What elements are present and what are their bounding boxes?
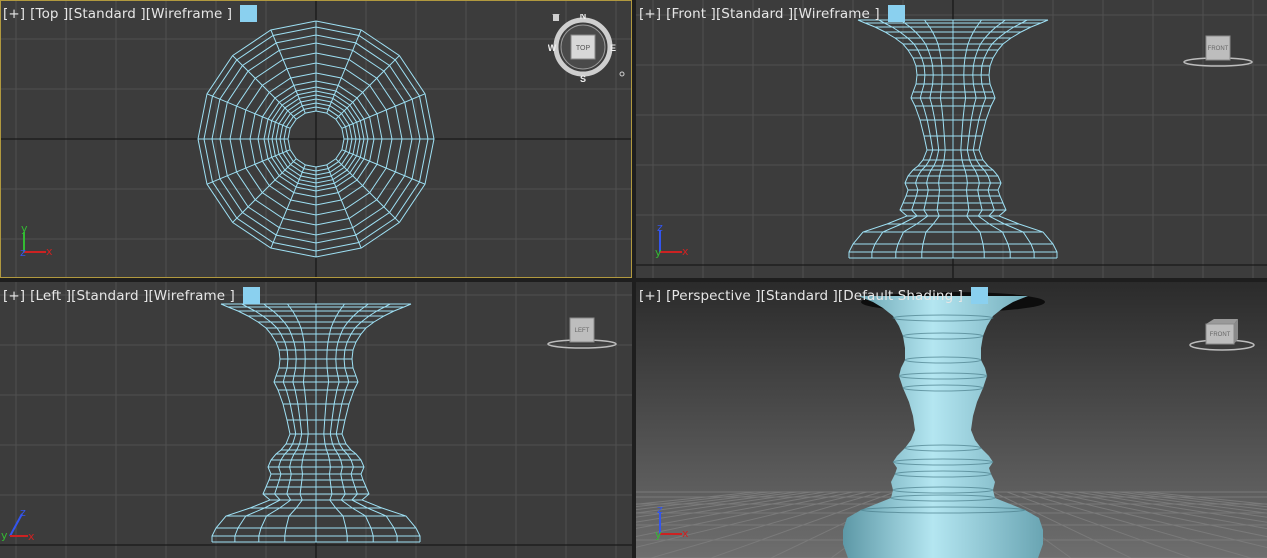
home-icon	[552, 12, 560, 21]
svg-text:y: y	[655, 246, 662, 259]
front-view-wireframe	[636, 0, 1267, 278]
svg-text:z: z	[20, 506, 26, 519]
svg-text:x: x	[46, 245, 53, 258]
svg-text:z: z	[657, 504, 663, 516]
viewport-menu-button[interactable]: [+]	[639, 6, 661, 22]
view-type-menu[interactable]: [Top ]	[30, 6, 68, 22]
compass-icon: TOP N S E W	[548, 11, 625, 84]
svg-text:x: x	[682, 245, 689, 258]
viewcube-icon: FRONT	[1189, 319, 1255, 351]
compass-north: N	[580, 14, 587, 21]
viewport-front[interactable]: [+] [Front ] [Standard ] [Wireframe ] FR…	[636, 0, 1267, 278]
viewcube-icon: FRONT	[1183, 35, 1253, 67]
svg-text:x: x	[682, 527, 689, 540]
compass-west: W	[548, 43, 557, 53]
viewcube[interactable]: FRONT	[1180, 32, 1256, 72]
viewport-label-left: [+] [Left ] [Standard ] [Wireframe ]	[3, 287, 260, 304]
svg-text:LEFT: LEFT	[575, 328, 590, 334]
view-type-menu[interactable]: [Left ]	[30, 288, 71, 304]
svg-text:z: z	[20, 246, 26, 259]
viewport-perspective[interactable]: [+] [Perspective ] [Standard ] [Default …	[636, 282, 1267, 558]
compass-east: E	[610, 43, 616, 53]
viewport-menu-button[interactable]: [+]	[3, 288, 25, 304]
viewport-label-front: [+] [Front ] [Standard ] [Wireframe ]	[639, 5, 905, 22]
svg-text:y: y	[1, 529, 8, 542]
svg-text:FRONT: FRONT	[1210, 332, 1231, 338]
standard-mode-menu[interactable]: [Standard ]	[716, 6, 793, 22]
color-swatch[interactable]	[971, 287, 989, 304]
compass-south: S	[580, 74, 586, 82]
viewcube-icon: LEFT	[547, 317, 617, 349]
color-swatch[interactable]	[240, 5, 258, 22]
standard-mode-menu[interactable]: [Standard ]	[71, 288, 148, 304]
svg-text:x: x	[28, 530, 35, 543]
viewcube-compass[interactable]: TOP N S E W	[548, 11, 628, 84]
viewcube[interactable]: FRONT	[1184, 316, 1260, 356]
orbit-dot-icon	[619, 71, 625, 77]
axis-tripod-icon: z y x	[655, 222, 689, 259]
color-swatch[interactable]	[887, 5, 905, 22]
viewport-menu-button[interactable]: [+]	[639, 288, 661, 304]
viewcube[interactable]: LEFT	[544, 314, 620, 354]
viewport-label-top: [+] [Top ] [Standard ] [Wireframe ]	[3, 5, 258, 22]
svg-text:FRONT: FRONT	[1208, 46, 1229, 52]
svg-text:y: y	[21, 222, 28, 235]
view-type-menu[interactable]: [Front ]	[666, 6, 716, 22]
shading-mode-menu[interactable]: [Wireframe ]	[148, 288, 234, 304]
standard-mode-menu[interactable]: [Standard ]	[761, 288, 838, 304]
viewport-left[interactable]: [+] [Left ] [Standard ] [Wireframe ] LEF…	[0, 282, 632, 558]
viewport-label-perspective: [+] [Perspective ] [Standard ] [Default …	[639, 287, 989, 304]
standard-mode-menu[interactable]: [Standard ]	[68, 6, 145, 22]
shading-mode-menu[interactable]: [Wireframe ]	[146, 6, 232, 22]
viewport-top[interactable]: [+] [Top ] [Standard ] [Wireframe ] TOP …	[0, 0, 632, 278]
axis-tripod-icon: y z x	[20, 222, 53, 259]
left-view-wireframe	[0, 282, 632, 558]
svg-text:y: y	[655, 528, 662, 541]
axis-tripod-icon: z y x	[655, 504, 689, 541]
color-swatch[interactable]	[242, 287, 260, 304]
axis-tripod-icon: z y x	[1, 506, 35, 543]
top-view-wireframe	[0, 0, 632, 278]
viewport-menu-button[interactable]: [+]	[3, 6, 25, 22]
shading-mode-menu[interactable]: [Default Shading ]	[838, 288, 963, 304]
perspective-view-shaded	[636, 282, 1267, 558]
svg-text:z: z	[657, 222, 663, 234]
compass-cube-label: TOP	[576, 45, 591, 52]
shading-mode-menu[interactable]: [Wireframe ]	[793, 6, 879, 22]
view-type-menu[interactable]: [Perspective ]	[666, 288, 760, 304]
